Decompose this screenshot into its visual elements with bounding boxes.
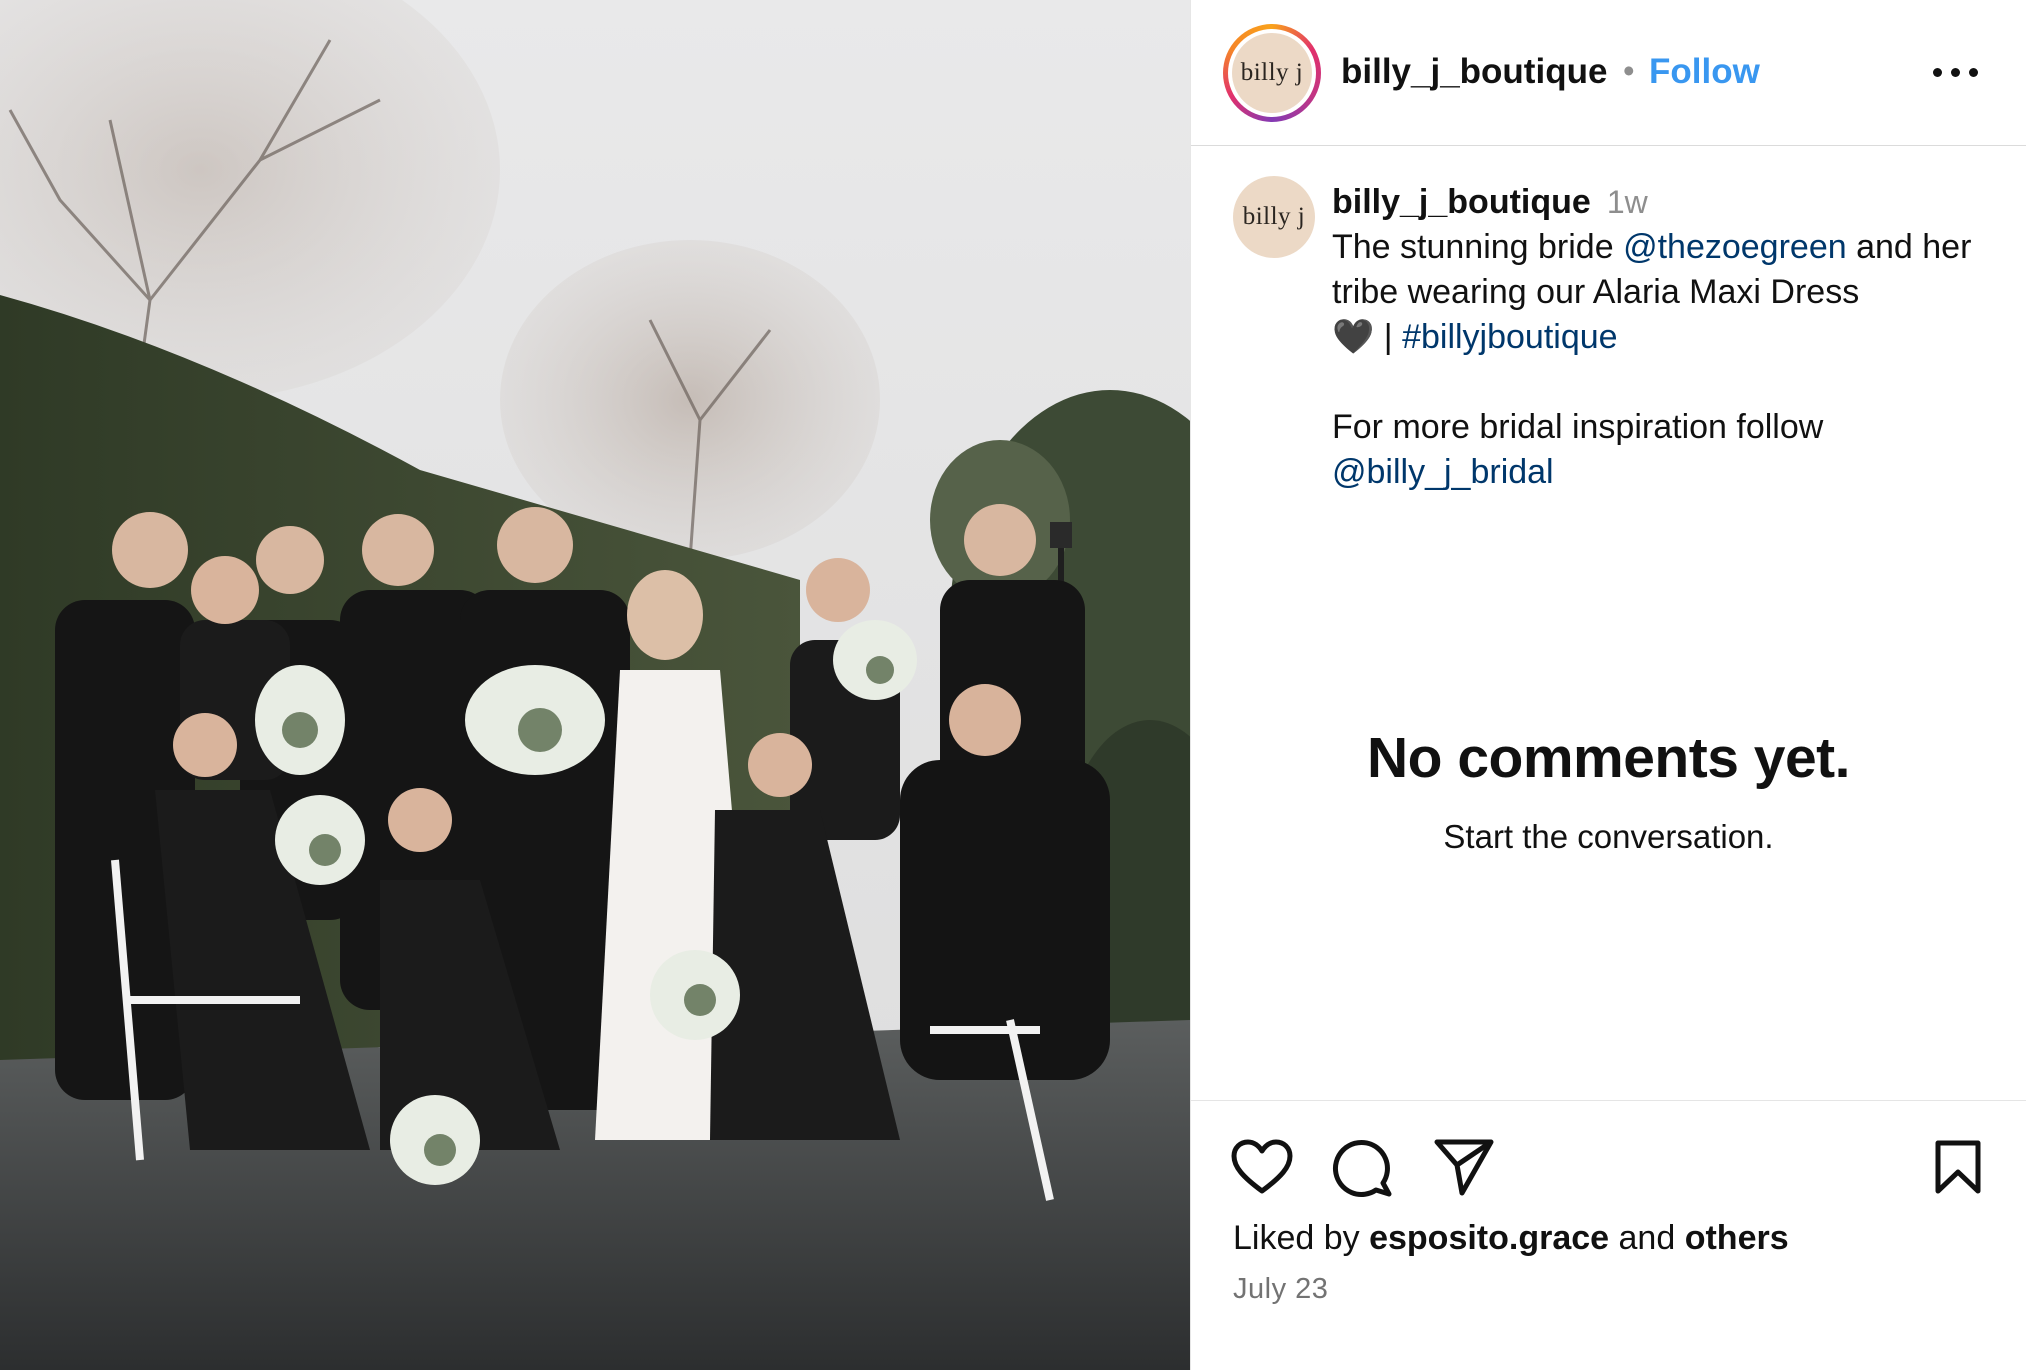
instagram-post-view: billy j billy_j_boutique • Follow billy … [0,0,2026,1370]
post-date[interactable]: July 23 [1233,1273,1328,1306]
heart-icon[interactable] [1231,1139,1293,1195]
more-horizontal-icon[interactable] [1931,58,1981,88]
post-photo[interactable] [0,0,1190,1370]
comment-icon[interactable] [1331,1137,1393,1197]
liked-by-others[interactable]: others [1685,1219,1789,1257]
mention-link[interactable]: @thezoegreen [1623,228,1847,266]
header-username[interactable]: billy_j_boutique [1341,52,1607,92]
wedding-party-photo [0,0,1190,1370]
share-icon[interactable] [1433,1137,1495,1197]
mention-link[interactable]: @billy_j_bridal [1332,453,1554,491]
no-comments-title: No comments yet. [1367,726,1850,790]
header-separator: • [1623,52,1635,89]
bookmark-icon[interactable] [1933,1139,1983,1195]
caption-text: For more bridal inspiration follow [1332,408,1824,446]
caption-username[interactable]: billy_j_boutique [1332,183,1591,221]
post-actions: Liked by esposito.grace and others July … [1191,1100,2026,1370]
caption-text: The stunning bride [1332,228,1624,266]
no-comments-subtitle: Start the conversation. [1443,818,1774,855]
heart-emoji: 🖤 [1332,318,1375,356]
post-caption: billy_j_boutique 1w The stunning bride @t… [1332,180,1992,495]
avatar-logo: billy j [1232,33,1312,113]
post-age[interactable]: 1w [1607,184,1648,220]
hashtag-link[interactable]: #billyjboutique [1402,318,1618,356]
caption-avatar[interactable]: billy j [1233,176,1315,258]
post-header: billy j billy_j_boutique • Follow [1191,0,2026,146]
follow-button[interactable]: Follow [1649,52,1760,92]
caption-text: | [1374,318,1403,356]
story-avatar[interactable]: billy j [1223,24,1321,122]
liked-by-user[interactable]: esposito.grace [1369,1219,1609,1257]
likes-summary: Liked by esposito.grace and others [1233,1219,1789,1257]
post-side-panel: billy j billy_j_boutique • Follow billy … [1190,0,2026,1370]
